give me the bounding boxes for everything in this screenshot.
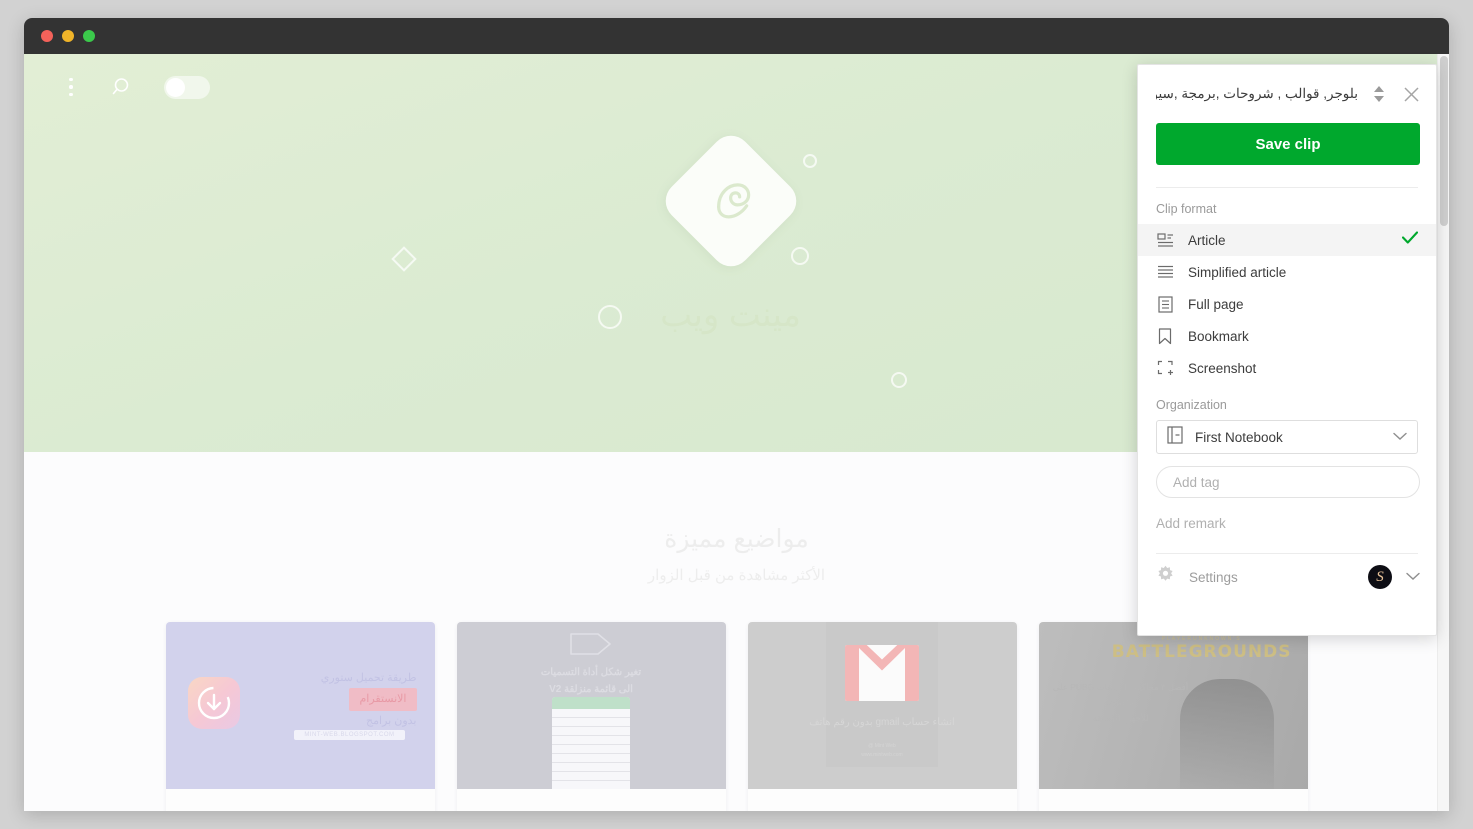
window-minimize-button[interactable] xyxy=(62,30,74,42)
resize-handle-icon[interactable] xyxy=(1368,83,1390,105)
screenshot-icon xyxy=(1156,359,1174,377)
window-close-button[interactable] xyxy=(41,30,53,42)
clip-title[interactable]: بلوجر, قوالب , شروحات ,برمجة ,سيو xyxy=(1156,86,1358,102)
card-thumb-text: أفضل ٣ محاكيات لـ ملفات PUBG على الكمبيو… xyxy=(1051,680,1191,726)
decor-circle-right xyxy=(891,372,907,388)
save-clip-button[interactable]: Save clip xyxy=(1156,123,1420,165)
hero-title: مينت ويب xyxy=(660,296,801,334)
thumb-line-2: للأجهزة الضعيفة xyxy=(1092,712,1149,723)
notebook-value: First Notebook xyxy=(1195,429,1283,445)
notebook-icon xyxy=(1167,425,1183,449)
search-icon[interactable] xyxy=(112,76,134,98)
card-title: طريقة تحميل ستوري الانستقرام xyxy=(166,789,435,811)
thumb-mock-panel xyxy=(552,697,630,789)
full-page-icon xyxy=(1156,295,1174,313)
article-icon xyxy=(1156,231,1174,249)
list-item[interactable]: PLAYERUNKNOWN'S BATTLEGROUNDS أفضل ٣ محا… xyxy=(1038,622,1308,811)
settings-row[interactable]: Settings S xyxy=(1138,554,1436,600)
label-tag-icon xyxy=(568,630,614,663)
card-thumb-text: تغير شكل أداة التسميات الى قائمة منزلقة … xyxy=(457,664,726,698)
format-option-label: Article xyxy=(1188,232,1226,248)
thumb-url: MINT-WEB.BLOGSPOT.COM xyxy=(294,730,405,740)
thumb-line-1: طريقة تحميل ستوري xyxy=(320,672,417,684)
theme-toggle[interactable] xyxy=(164,75,210,99)
format-option-screenshot[interactable]: Screenshot xyxy=(1138,352,1436,384)
thumb-line-2: بدون برامج xyxy=(366,714,417,727)
close-icon[interactable] xyxy=(1400,83,1422,105)
pubg-brand-large: BATTLEGROUNDS xyxy=(1111,642,1292,662)
card-thumb-text: طريقة تحميل ستوري الانستقرام بدون برامج xyxy=(321,668,417,731)
format-option-label: Bookmark xyxy=(1188,328,1249,344)
account-chevron-down-icon[interactable] xyxy=(1406,568,1420,586)
format-option-label: Screenshot xyxy=(1188,360,1257,376)
thumb-line-1: انشاء حساب gmail بدون رقم هاتف xyxy=(809,717,955,728)
thumb-footer-line-2: www.mintweb.com xyxy=(861,751,903,758)
list-item[interactable]: انشاء حساب gmail بدون رقم هاتف @ Mint We… xyxy=(747,622,1017,811)
kebab-menu-icon[interactable] xyxy=(60,72,82,102)
add-tag-input[interactable] xyxy=(1156,466,1420,498)
pubg-figure xyxy=(1179,679,1274,789)
settings-label: Settings xyxy=(1189,569,1238,585)
add-remark-field[interactable]: Add remark xyxy=(1156,516,1418,531)
gear-icon[interactable] xyxy=(1156,565,1175,589)
window-titlebar xyxy=(24,18,1449,54)
thumb-line-1: تغير شكل أداة التسميات xyxy=(540,667,642,678)
card-thumbnail: PLAYERUNKNOWN'S BATTLEGROUNDS أفضل ٣ محا… xyxy=(1038,622,1308,789)
chevron-down-icon xyxy=(1393,428,1407,446)
notebook-select[interactable]: First Notebook xyxy=(1156,420,1418,454)
bookmark-icon xyxy=(1156,327,1174,345)
format-option-simplified-article[interactable]: Simplified article xyxy=(1138,256,1436,288)
theme-toggle-knob xyxy=(166,77,185,97)
card-thumbnail: تغير شكل أداة التسميات الى قائمة منزلقة … xyxy=(456,622,726,789)
simplified-article-icon xyxy=(1156,263,1174,281)
format-option-label: Simplified article xyxy=(1188,264,1287,280)
clipper-header: بلوجر, قوالب , شروحات ,برمجة ,سيو xyxy=(1138,65,1436,123)
thumb-footer: @ Mint Web www.mintweb.com xyxy=(826,742,938,759)
card-thumbnail: طريقة تحميل ستوري الانستقرام بدون برامج … xyxy=(165,622,435,789)
mint-web-logo xyxy=(656,127,805,275)
card-title xyxy=(748,789,1017,811)
format-option-article[interactable]: Article xyxy=(1138,224,1436,256)
format-option-bookmark[interactable]: Bookmark xyxy=(1138,320,1436,352)
thumb-badge: الانستقرام xyxy=(349,688,417,711)
scrollbar-thumb[interactable] xyxy=(1440,56,1448,226)
thumb-line-1: أفضل ٣ محاكيات لـ ملفات PUBG على الكمبيو… xyxy=(1052,682,1189,708)
window-maximize-button[interactable] xyxy=(83,30,95,42)
check-icon xyxy=(1401,231,1419,249)
list-item[interactable]: طريقة تحميل ستوري الانستقرام بدون برامج … xyxy=(165,622,435,811)
gmail-icon xyxy=(845,645,919,701)
featured-card-grid: طريقة تحميل ستوري الانستقرام بدون برامج … xyxy=(24,622,1449,811)
thumb-line-2: الى قائمة منزلقة V2 xyxy=(549,684,633,695)
list-item[interactable]: تغير شكل أداة التسميات الى قائمة منزلقة … xyxy=(456,622,726,811)
format-option-full-page[interactable]: Full page xyxy=(1138,288,1436,320)
card-title xyxy=(457,789,726,811)
page-scrollbar[interactable] xyxy=(1437,54,1449,811)
avatar[interactable]: S xyxy=(1368,565,1392,589)
logo-glyph xyxy=(705,173,757,230)
thumb-footer-line-1: @ Mint Web xyxy=(868,743,896,749)
card-title xyxy=(1039,789,1308,811)
mock-panel-header xyxy=(552,697,630,709)
pubg-logo: PLAYERUNKNOWN'S BATTLEGROUNDS xyxy=(1112,636,1292,662)
clip-format-label: Clip format xyxy=(1156,202,1217,216)
thumb-inner: انشاء حساب gmail بدون رقم هاتف @ Mint We… xyxy=(809,622,955,767)
organization-label: Organization xyxy=(1156,398,1227,412)
card-thumbnail: انشاء حساب gmail بدون رقم هاتف @ Mint We… xyxy=(747,622,1017,789)
web-clipper-panel: بلوجر, قوالب , شروحات ,برمجة ,سيو Save c… xyxy=(1137,64,1437,636)
instagram-download-icon xyxy=(187,677,240,729)
format-option-label: Full page xyxy=(1188,296,1244,312)
